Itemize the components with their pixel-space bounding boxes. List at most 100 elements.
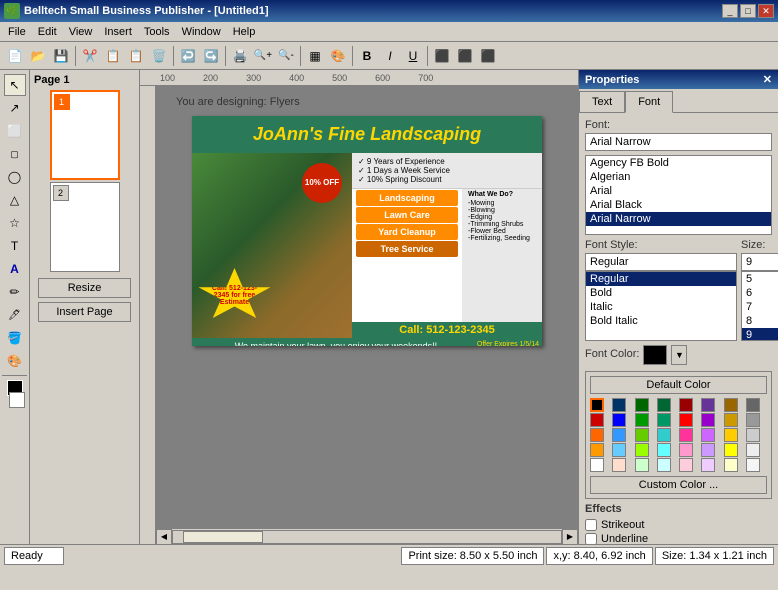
default-color-button[interactable]: Default Color — [590, 376, 767, 394]
color-yellow[interactable] — [724, 443, 738, 457]
font-item-arialnarrow[interactable]: Arial Narrow — [586, 212, 771, 226]
color-peach[interactable] — [612, 458, 626, 472]
rounded-rect-tool[interactable]: ▢ — [4, 143, 26, 165]
size-input[interactable] — [741, 253, 778, 271]
triangle-tool[interactable]: △ — [4, 189, 26, 211]
font-color-swatch[interactable] — [643, 345, 667, 365]
scroll-right-button[interactable]: ▶ — [562, 529, 578, 545]
color-darkteal[interactable] — [657, 398, 671, 412]
size-6[interactable]: 6 — [742, 286, 778, 300]
fill-tool[interactable]: 🪣 — [4, 327, 26, 349]
hscrollbar[interactable]: ◀ ▶ — [156, 528, 578, 544]
color-mintgreen[interactable] — [635, 458, 649, 472]
underline-button[interactable]: U — [402, 45, 424, 67]
style-list[interactable]: Regular Bold Italic Bold Italic — [585, 271, 737, 341]
rectangle-tool[interactable]: ⬜ — [4, 120, 26, 142]
menu-view[interactable]: View — [63, 24, 99, 40]
size-list[interactable]: 5 6 7 8 9 — [741, 271, 778, 341]
color-darkred[interactable] — [679, 398, 693, 412]
color-hotpink[interactable] — [679, 428, 693, 442]
color-purple[interactable] — [701, 398, 715, 412]
menu-tools[interactable]: Tools — [138, 24, 176, 40]
color-darkblue[interactable] — [612, 398, 626, 412]
size-8[interactable]: 8 — [742, 314, 778, 328]
pen-tool[interactable]: ✏ — [4, 281, 26, 303]
align-center-button[interactable]: ⬛ — [454, 45, 476, 67]
color-blush[interactable] — [679, 458, 693, 472]
underline-checkbox[interactable] — [585, 533, 597, 544]
font-item-arialblack[interactable]: Arial Black — [586, 198, 771, 212]
open-button[interactable]: 📂 — [27, 45, 49, 67]
grid-button[interactable]: ▦ — [304, 45, 326, 67]
menu-edit[interactable]: Edit — [32, 24, 63, 40]
color-darkgreen[interactable] — [635, 398, 649, 412]
size-9[interactable]: 9 — [742, 328, 778, 341]
font-item-arial[interactable]: Arial — [586, 184, 771, 198]
color-chartreuse[interactable] — [635, 443, 649, 457]
color-gold[interactable] — [724, 428, 738, 442]
font-color-dropdown[interactable]: ▼ — [671, 345, 687, 365]
color-skyblue[interactable] — [612, 443, 626, 457]
style-bold[interactable]: Bold — [586, 286, 736, 300]
save-button[interactable]: 💾 — [50, 45, 72, 67]
color-brown[interactable] — [724, 398, 738, 412]
align-right-button[interactable]: ⬛ — [477, 45, 499, 67]
zoom-out-button[interactable]: 🔍- — [275, 45, 297, 67]
minimize-button[interactable]: _ — [722, 4, 738, 18]
window-controls[interactable]: _ □ ✕ — [722, 4, 774, 18]
insert-page-button[interactable]: Insert Page — [38, 302, 131, 322]
color-periwinkle[interactable] — [701, 443, 715, 457]
menu-help[interactable]: Help — [227, 24, 262, 40]
scroll-left-button[interactable]: ◀ — [156, 529, 172, 545]
delete-button[interactable]: 🗑️ — [148, 45, 170, 67]
menu-window[interactable]: Window — [176, 24, 227, 40]
menu-insert[interactable]: Insert — [98, 24, 138, 40]
color-lavender[interactable] — [701, 428, 715, 442]
copy-button[interactable]: 📋 — [102, 45, 124, 67]
select-tool[interactable]: ↖ — [4, 74, 26, 96]
flyer[interactable]: JoAnn's Fine Landscaping 10% OFF Call! 5… — [192, 116, 542, 346]
color-red[interactable] — [590, 413, 604, 427]
resize-button[interactable]: Resize — [38, 278, 131, 298]
color-green[interactable] — [635, 413, 649, 427]
color-ice[interactable] — [657, 458, 671, 472]
cut-button[interactable]: ✂️ — [79, 45, 101, 67]
color-orange[interactable] — [590, 428, 604, 442]
color-picker-tool[interactable]: 🎨 — [4, 350, 26, 372]
paste-button[interactable]: 📋 — [125, 45, 147, 67]
hscroll-track[interactable] — [172, 530, 562, 544]
color-cornflower[interactable] — [612, 428, 626, 442]
ellipse-tool[interactable]: ◯ — [4, 166, 26, 188]
style-regular[interactable]: Regular — [586, 272, 736, 286]
style-input[interactable] — [585, 253, 737, 271]
page-thumb-1[interactable]: 1 — [50, 90, 120, 180]
color-brightred[interactable] — [679, 413, 693, 427]
color-olive[interactable] — [724, 413, 738, 427]
color-aqua[interactable] — [657, 428, 671, 442]
color-black[interactable] — [590, 398, 604, 412]
color-lime[interactable] — [635, 428, 649, 442]
color-cream[interactable] — [724, 458, 738, 472]
canvas-wrapper[interactable]: You are designing: Flyers JoAnn's Fine L… — [156, 86, 578, 544]
hscroll-thumb[interactable] — [183, 531, 263, 543]
canvas-area[interactable]: 100 200 300 400 500 600 700 You are desi… — [140, 70, 578, 544]
font-list[interactable]: Agency FB Bold Algerian Arial Arial Blac… — [585, 155, 772, 235]
print-button[interactable]: 🖨️ — [229, 45, 251, 67]
close-button[interactable]: ✕ — [758, 4, 774, 18]
star-tool[interactable]: ☆ — [4, 212, 26, 234]
color-blue[interactable] — [612, 413, 626, 427]
align-left-button[interactable]: ⬛ — [431, 45, 453, 67]
font-item-agencyfb[interactable]: Agency FB Bold — [586, 156, 771, 170]
tab-text[interactable]: Text — [579, 91, 625, 112]
color-lilac[interactable] — [701, 458, 715, 472]
font-item-algerian[interactable]: Algerian — [586, 170, 771, 184]
size-5[interactable]: 5 — [742, 272, 778, 286]
color-offwhite[interactable] — [746, 443, 760, 457]
color-snow[interactable] — [746, 458, 760, 472]
brush-tool[interactable]: 🖊 — [4, 304, 26, 326]
font-input[interactable] — [585, 133, 772, 151]
text-tool[interactable]: T — [4, 235, 26, 257]
wordart-tool[interactable]: A — [4, 258, 26, 280]
tab-font[interactable]: Font — [625, 91, 673, 113]
background-color[interactable] — [9, 392, 25, 408]
